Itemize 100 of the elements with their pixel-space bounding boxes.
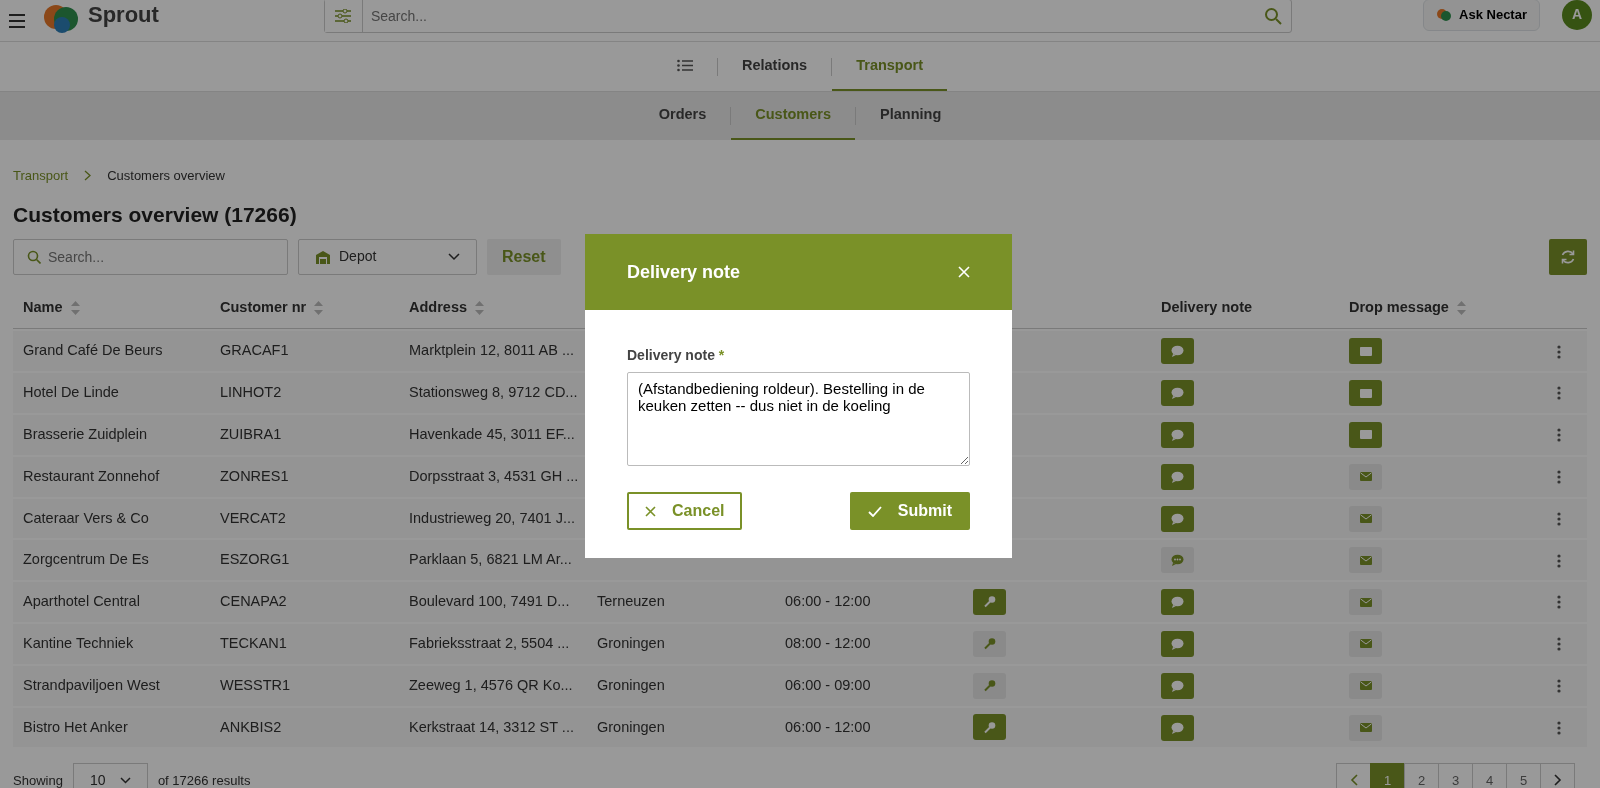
next-page-button[interactable]	[1540, 763, 1575, 788]
more-options-icon[interactable]	[1557, 386, 1561, 401]
key-button[interactable]	[973, 672, 1006, 699]
delivery-note-button[interactable]	[1161, 589, 1194, 616]
delivery-note-button[interactable]	[1161, 380, 1194, 407]
sort-icon[interactable]	[70, 300, 80, 315]
page-button[interactable]: 4	[1472, 763, 1507, 788]
more-options-icon[interactable]	[1557, 344, 1561, 359]
nav-tab[interactable]: Relations	[717, 42, 832, 91]
depot-name: Groningen	[597, 718, 665, 735]
drop-message-button[interactable]	[1349, 380, 1382, 407]
search-icon	[27, 249, 41, 264]
page-button[interactable]: 2	[1404, 763, 1439, 788]
drop-message-button[interactable]	[1349, 589, 1382, 616]
time-window: 06:00 - 12:00	[785, 718, 871, 735]
address-text: Stationsweg 8, 9712 CD...	[409, 384, 578, 401]
sub-nav-tab[interactable]: Planning	[856, 92, 966, 140]
column-header[interactable]: Customer nr	[220, 296, 307, 319]
delivery-note-button[interactable]	[1161, 463, 1194, 490]
column-header[interactable]: Name	[23, 296, 63, 319]
customer-name: Restaurant Zonnehof	[23, 467, 160, 484]
search-field[interactable]: Search...	[323, 0, 1292, 33]
drop-message-button[interactable]	[1349, 630, 1382, 657]
delivery-note-button[interactable]	[1161, 672, 1194, 699]
delivery-note-button[interactable]	[1161, 714, 1194, 741]
delivery-note-button[interactable]	[1161, 630, 1194, 657]
key-button[interactable]	[973, 589, 1006, 615]
drop-message-button[interactable]	[1349, 505, 1382, 532]
address-text: Parklaan 5, 6821 LM Ar...	[409, 551, 572, 568]
page-button[interactable]: 3	[1438, 763, 1473, 788]
customer-name: Bistro Het Anker	[23, 718, 128, 735]
drop-message-button[interactable]	[1349, 672, 1382, 699]
customer-name: Zorgcentrum De Es	[23, 551, 149, 568]
menu-icon[interactable]	[8, 12, 26, 29]
cancel-button[interactable]: Cancel	[627, 492, 743, 530]
drop-message-button[interactable]	[1349, 547, 1382, 574]
time-window: 06:00 - 09:00	[785, 676, 871, 693]
check-icon	[867, 505, 882, 517]
delivery-note-field[interactable]: (Afstandbediening roldeur). Bestelling in de keuken zetten -- dus niet in de koeling	[627, 372, 970, 466]
customer-name: Brasserie Zuidplein	[23, 426, 148, 443]
results-count: of 17266 results	[157, 771, 251, 788]
depot-dropdown[interactable]: Depot	[298, 238, 477, 275]
envelope-icon	[1359, 430, 1372, 440]
page-button[interactable]: 5	[1506, 763, 1541, 788]
drop-message-button[interactable]	[1349, 421, 1382, 448]
key-icon	[983, 679, 996, 693]
search-field[interactable]: Search...	[13, 238, 288, 275]
chat-icon	[1171, 428, 1184, 441]
delivery-note-button[interactable]	[1161, 547, 1194, 574]
page-size-dropdown[interactable]: 10	[72, 763, 148, 788]
submit-button[interactable]: Submit	[849, 492, 970, 530]
page-button[interactable]: 1	[1370, 763, 1405, 788]
more-options-icon[interactable]	[1557, 595, 1561, 610]
depot-name: Groningen	[597, 676, 665, 693]
user-avatar[interactable]: A	[1562, 0, 1592, 30]
sort-icon[interactable]	[314, 300, 324, 315]
close-button[interactable]	[958, 266, 970, 278]
more-options-icon[interactable]	[1557, 679, 1561, 693]
time-window: 08:00 - 12:00	[785, 635, 871, 652]
previous-page-button[interactable]	[1336, 763, 1371, 788]
more-options-icon[interactable]	[1557, 470, 1561, 484]
showing-label: Showing	[13, 771, 63, 788]
customer-name: Kantine Techniek	[23, 635, 134, 652]
leaf-logo-icon	[1436, 7, 1452, 22]
logo-text: Sprout	[88, 1, 159, 29]
sub-nav-tab[interactable]: Orders	[634, 92, 731, 140]
delivery-note-button[interactable]	[1161, 421, 1194, 448]
more-options-icon[interactable]	[1557, 553, 1561, 568]
customer-name: Cateraar Vers & Co	[23, 509, 149, 526]
depot-name: Groningen	[597, 635, 665, 652]
search-icon	[1263, 6, 1282, 25]
delivery-note-button[interactable]	[1161, 505, 1194, 532]
drop-message-button[interactable]	[1349, 338, 1382, 365]
chat-icon	[1171, 387, 1184, 400]
key-button[interactable]	[973, 630, 1006, 657]
customer-name: Strandpaviljoen West	[23, 676, 160, 693]
more-options-icon[interactable]	[1557, 637, 1561, 652]
customer-number: CENAPA2	[220, 593, 287, 610]
customer-number: ZONRES1	[220, 467, 289, 484]
reset-button[interactable]: Reset	[487, 238, 561, 275]
ask-nectar-button[interactable]: Ask Nectar	[1423, 0, 1540, 31]
drop-message-button[interactable]	[1349, 714, 1382, 741]
sub-nav-tab[interactable]: Customers	[731, 92, 856, 140]
chevron-down-icon	[448, 252, 460, 261]
drop-message-button[interactable]	[1349, 463, 1382, 490]
sort-icon[interactable]	[1456, 300, 1466, 315]
sort-icon[interactable]	[475, 300, 485, 315]
chevron-right-icon	[1553, 774, 1562, 787]
refresh-button[interactable]	[1549, 238, 1587, 275]
column-header[interactable]: Address	[409, 296, 468, 319]
chat-icon	[1171, 345, 1184, 358]
delivery-note-button[interactable]	[1161, 338, 1194, 365]
column-header[interactable]: Drop message	[1349, 296, 1449, 319]
breadcrumb-link[interactable]: Transport	[13, 166, 69, 186]
more-options-icon[interactable]	[1557, 511, 1561, 526]
key-button[interactable]	[973, 714, 1006, 741]
more-options-icon[interactable]	[1557, 428, 1561, 443]
close-icon	[645, 505, 656, 517]
more-options-icon[interactable]	[1557, 720, 1561, 735]
filter-button[interactable]	[324, 0, 363, 32]
